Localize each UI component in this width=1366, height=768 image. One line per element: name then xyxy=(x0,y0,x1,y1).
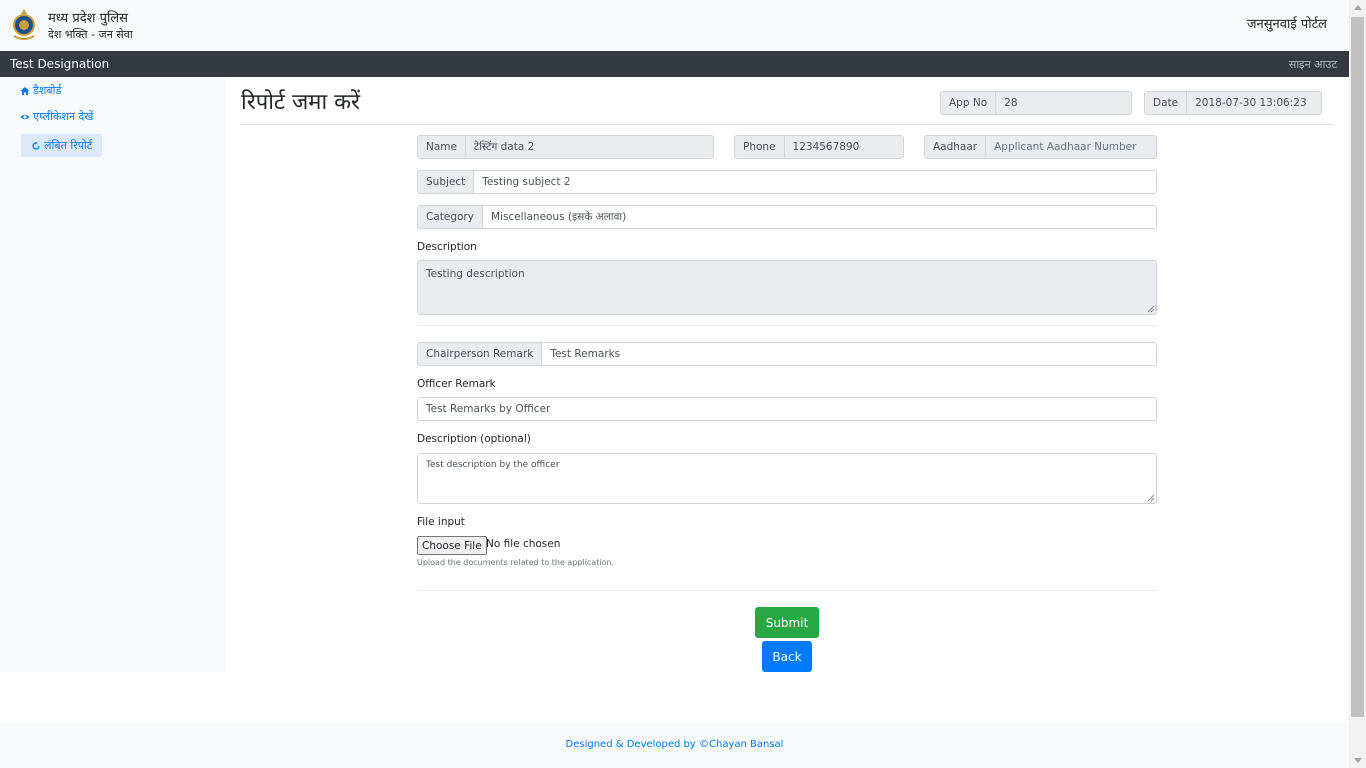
description-label: Description xyxy=(417,241,477,253)
name-group: Name टेस्टिंग data 2 xyxy=(417,135,714,159)
footer-credit-link[interactable]: Designed & Developed by ©Chayan Bansal xyxy=(0,739,1349,750)
category-field[interactable]: Miscellaneous (इसके अलावा) xyxy=(482,206,1156,228)
date-label: Date xyxy=(1145,92,1188,114)
resize-handle-icon[interactable] xyxy=(1147,305,1155,313)
refresh-icon xyxy=(32,141,40,150)
description-optional-label: Description (optional) xyxy=(417,433,531,445)
aadhaar-group: Aadhaar Applicant Aadhaar Number xyxy=(924,135,1157,159)
sidebar-item-view-applications[interactable]: एप्लीकेशन देखें xyxy=(20,109,93,124)
sidebar: डैशबोर्ड एप्लीकेशन देखें लंबित रिपोर्ट xyxy=(0,77,225,672)
subject-label: Subject xyxy=(418,171,475,193)
app-no-label: App No xyxy=(941,92,997,114)
resize-handle-icon[interactable] xyxy=(1147,494,1155,502)
top-header: मध्य प्रदेश पुलिस देश भक्ति - जन सेवा जन… xyxy=(0,0,1349,51)
footer: Designed & Developed by ©Chayan Bansal xyxy=(0,722,1349,768)
portal-title: जनसुनवाई पोर्टल xyxy=(1246,17,1327,32)
submit-button[interactable]: Submit xyxy=(755,607,819,638)
page-title: रिपोर्ट जमा करें xyxy=(241,90,361,115)
aadhaar-label: Aadhaar xyxy=(925,136,987,158)
scrollbar-thumb[interactable] xyxy=(1351,17,1364,717)
category-label: Category xyxy=(418,206,483,228)
file-help-text: Upload the documents related to the appl… xyxy=(417,558,615,567)
sidebar-item-label: डैशबोर्ड xyxy=(33,84,62,97)
sidebar-item-label: लंबित रिपोर्ट xyxy=(44,139,93,152)
home-icon xyxy=(20,86,30,95)
choose-file-button[interactable]: Choose File xyxy=(417,536,487,555)
description-text: Testing description xyxy=(426,268,525,280)
description-optional-text: Test description by the officer xyxy=(426,460,560,470)
subject-field[interactable]: Testing subject 2 xyxy=(474,171,1156,193)
sidebar-item-dashboard[interactable]: डैशबोर्ड xyxy=(20,83,61,98)
navbar-brand[interactable]: Test Designation xyxy=(10,57,109,71)
section-divider xyxy=(417,325,1157,326)
navbar: Test Designation साइन आउट xyxy=(0,51,1349,77)
description-optional-textarea[interactable]: Test description by the officer xyxy=(417,453,1157,504)
form-bottom-divider xyxy=(417,590,1157,591)
app-no-group: App No 28 xyxy=(940,91,1132,115)
file-status-text: No file chosen xyxy=(486,538,561,550)
chairperson-remark-field[interactable]: Test Remarks xyxy=(542,343,1156,365)
aadhaar-field: Applicant Aadhaar Number xyxy=(986,136,1156,158)
brand-subtitle: देश भक्ति - जन सेवा xyxy=(48,28,133,41)
date-group: Date 2018-07-30 13:06:23 xyxy=(1144,91,1322,115)
signout-link[interactable]: साइन आउट xyxy=(1289,57,1337,72)
police-emblem-logo xyxy=(13,9,35,40)
sidebar-item-label: एप्लीकेशन देखें xyxy=(33,110,94,123)
sidebar-item-pending-reports[interactable]: लंबित रिपोर्ट xyxy=(21,134,103,157)
title-divider xyxy=(240,124,1334,125)
scroll-up-arrow-icon[interactable] xyxy=(1354,5,1362,10)
chairperson-remark-group: Chairperson Remark Test Remarks xyxy=(417,342,1157,366)
file-input-label: File input xyxy=(417,516,465,528)
officer-remark-input[interactable]: Test Remarks by Officer xyxy=(417,397,1157,421)
officer-remark-label: Officer Remark xyxy=(417,378,496,390)
phone-group: Phone 1234567890 xyxy=(734,135,904,159)
name-field: टेस्टिंग data 2 xyxy=(465,136,713,158)
category-group: Category Miscellaneous (इसके अलावा) xyxy=(417,205,1157,229)
app-no-field: 28 xyxy=(996,92,1131,114)
back-button[interactable]: Back xyxy=(762,641,812,672)
vertical-scrollbar[interactable] xyxy=(1349,0,1366,768)
subject-group: Subject Testing subject 2 xyxy=(417,170,1157,194)
phone-label: Phone xyxy=(735,136,785,158)
eye-icon xyxy=(20,114,30,119)
chairperson-remark-label: Chairperson Remark xyxy=(418,343,543,365)
scroll-down-arrow-icon[interactable] xyxy=(1354,758,1362,763)
name-label: Name xyxy=(418,136,466,158)
description-textarea: Testing description xyxy=(417,260,1157,315)
date-field: 2018-07-30 13:06:23 xyxy=(1187,92,1321,114)
phone-field: 1234567890 xyxy=(784,136,903,158)
brand-title: मध्य प्रदेश पुलिस xyxy=(48,11,128,26)
